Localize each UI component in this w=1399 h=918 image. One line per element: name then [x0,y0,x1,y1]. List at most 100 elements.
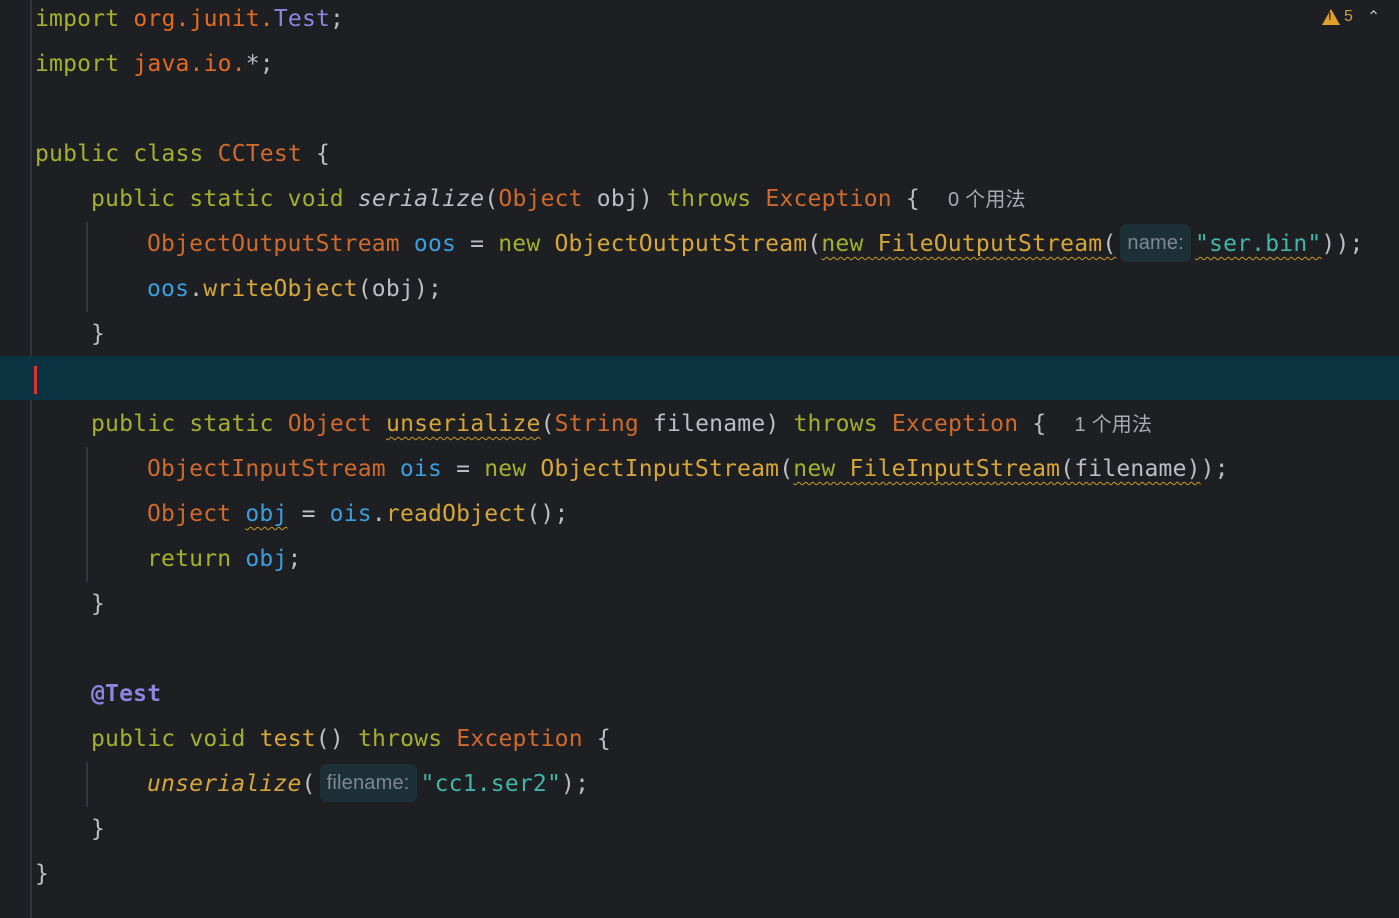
keyword: new [793,456,836,482]
punctuation: ( [484,186,499,212]
code-line-class-decl[interactable]: public class CCTest { [35,132,330,177]
code-line-ois-decl[interactable]: ObjectInputStream ois = new ObjectInputS… [147,447,1229,492]
method-name: test [259,726,316,752]
keyword: throws [667,186,752,212]
punctuation: { [582,726,611,752]
parameter: obj) [582,186,653,212]
keyword: public class [35,141,204,167]
keyword: new [484,456,527,482]
variable: ois [329,501,372,527]
class-name: Object [498,186,583,212]
class-name: ObjectInputStream [147,456,386,482]
usage-count-hint[interactable]: 1 个用法 [1075,414,1153,436]
code-line-import-junit[interactable]: import org.junit.Test; [35,0,344,42]
code-line-read-object[interactable]: Object obj = ois.readObject(); [147,492,569,537]
keyword: public static void [91,186,344,212]
punctuation: )); [1321,231,1364,257]
indent-guide [86,762,88,807]
punctuation: . [371,501,386,527]
constructor-name: FileOutputStream [863,231,1103,257]
variable: obj [245,501,288,527]
class-name: ObjectOutputStream [147,231,400,257]
code-line-close-brace[interactable]: } [91,582,105,627]
class-name: Exception [891,411,1019,437]
operator: = [456,231,499,257]
punctuation: () [315,726,344,752]
punctuation: ; [287,546,302,572]
package-name: org.junit. [133,6,274,32]
brace: } [91,321,106,347]
gutter-separator [30,0,32,918]
class-name: Object [287,411,372,437]
code-line-close-brace[interactable]: } [91,807,105,852]
keyword: import [35,51,120,77]
warning-highlight[interactable]: new FileInputStream(filename) [793,456,1200,482]
punctuation: ); [561,771,590,797]
punctuation: ); [1200,456,1229,482]
code-line-oos-decl[interactable]: ObjectOutputStream oos = new ObjectOutpu… [147,222,1364,267]
code-line-return[interactable]: return obj; [147,537,302,582]
punctuation: ( [807,231,822,257]
code-line-close-brace[interactable]: } [91,312,105,357]
indent-guide [86,222,88,312]
keyword: return [147,546,232,572]
warning-highlight[interactable]: new FileOutputStream(name: "ser.bin" [821,223,1322,262]
class-name: Object [147,501,232,527]
parameter: filename) [638,411,780,437]
keyword: throws [793,411,878,437]
keyword: public static [91,411,274,437]
argument: (filename) [1060,456,1201,482]
code-line-unserialize-call[interactable]: unserialize(filename: "cc1.ser2"); [147,762,589,807]
constructor-name: FileInputStream [835,456,1061,482]
punctuation: *; [245,51,274,77]
brace: } [35,861,50,887]
variable: ois [399,456,443,482]
keyword: import [35,6,120,32]
code-line-close-brace[interactable]: } [35,852,49,897]
method-name: serialize [357,186,485,212]
variable: oos [413,231,457,257]
method-name: unserialize [147,771,302,797]
keyword: throws [357,726,443,752]
punctuation: (obj); [357,276,443,302]
keyword: new [498,231,541,257]
keyword: public void [91,726,246,752]
method-name: readObject [385,501,527,527]
class-name: CCTest [217,141,302,167]
string-literal: "cc1.ser2" [420,771,562,797]
class-name: Exception [456,726,583,752]
punctuation: { [301,141,331,167]
brace: } [91,591,106,617]
punctuation: { [891,186,920,212]
current-line-highlight [0,356,1399,400]
warning-count: 5 [1344,8,1353,25]
indent-guide [86,447,88,582]
method-name: writeObject [203,276,358,302]
punctuation: ( [301,771,316,797]
code-line-annotation[interactable]: @Test [91,672,161,717]
class-name: String [554,411,639,437]
variable: oos [147,276,190,302]
method-name: unserialize [386,411,541,437]
warning-triangle-icon: ! [1322,9,1340,25]
punctuation: . [189,276,204,302]
constructor-name: ObjectOutputStream [540,231,808,257]
operator: = [442,456,485,482]
string-literal: "ser.bin" [1194,231,1322,257]
constructor-name: ObjectInputStream [526,456,780,482]
punctuation: ( [779,456,794,482]
package-name: java.io. [133,51,246,77]
text-caret [34,366,37,394]
code-line-test-decl[interactable]: public void test() throws Exception { [91,717,611,762]
code-line-serialize-decl[interactable]: public static void serialize(Object obj)… [91,177,1026,222]
code-line-unserialize-decl[interactable]: public static Object unserialize(String … [91,402,1152,447]
operator: = [287,501,330,527]
code-line-write-object[interactable]: oos.writeObject(obj); [147,267,442,312]
inspection-widget[interactable]: ! 5 ⌃ [1322,6,1380,28]
punctuation: ( [540,411,555,437]
code-line-import-io[interactable]: import java.io.*; [35,42,274,87]
usage-count-hint[interactable]: 0 个用法 [948,189,1026,211]
chevron-up-icon[interactable]: ⌃ [1367,7,1380,27]
punctuation: { [1018,411,1047,437]
code-editor[interactable]: import org.junit.Test; import java.io.*;… [0,0,1399,918]
